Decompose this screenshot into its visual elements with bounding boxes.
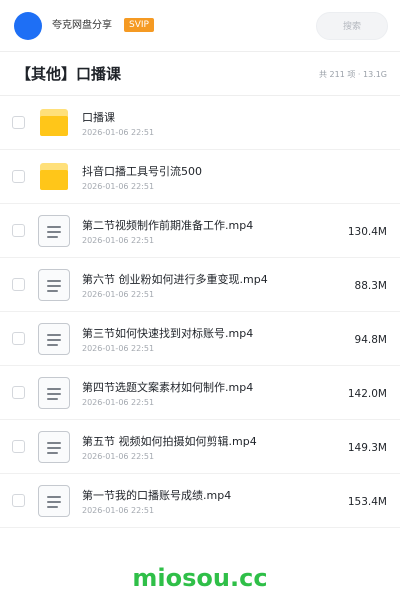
item-size: 94.8M [354,334,387,346]
select-checkbox[interactable] [12,332,25,345]
item-date: 2026-01-06 22:51 [82,452,155,461]
folder-title-bar: 【其他】口播课 共 211 项 · 13.1G [0,52,400,96]
select-checkbox[interactable] [12,224,25,237]
list-item[interactable]: 第五节 视频如何拍摄如何剪辑.mp4 2026-01-06 22:51 149.3M [0,420,400,474]
item-name: 口播课 [82,111,115,124]
list-item[interactable]: 口播课 2026-01-06 22:51 [0,96,400,150]
page-title: 【其他】口播课 [16,65,122,83]
file-icon [38,485,70,517]
item-date: 2026-01-06 22:51 [82,236,155,245]
list-item[interactable]: 第六节 创业粉如何进行多重变现.mp4 2026-01-06 22:51 88.3M [0,258,400,312]
item-name: 第二节视频制作前期准备工作.mp4 [82,219,254,232]
file-icon [38,269,70,301]
site-watermark: miosou.cc [132,564,268,592]
select-checkbox[interactable] [12,440,25,453]
item-size: 149.3M [347,442,387,454]
item-size: 153.4M [347,496,387,508]
item-name: 第一节我的口播账号成绩.mp4 [82,489,232,502]
list-item[interactable]: 第一节我的口播账号成绩.mp4 2026-01-06 22:51 153.4M [0,474,400,528]
avatar[interactable] [14,12,42,40]
item-date: 2026-01-06 22:51 [82,398,155,407]
file-list: 口播课 2026-01-06 22:51 抖音口播工具号引流500 2026-01-0… [0,96,400,528]
item-date: 2026-01-06 22:51 [82,290,155,299]
item-date: 2026-01-06 22:51 [82,506,155,515]
file-icon [38,215,70,247]
item-date: 2026-01-06 22:51 [82,128,155,137]
folder-icon [38,107,70,139]
file-icon [38,377,70,409]
item-name: 第五节 视频如何拍摄如何剪辑.mp4 [82,435,257,448]
select-checkbox[interactable] [12,278,25,291]
search-input[interactable]: 搜索 [316,12,388,40]
item-name: 第六节 创业粉如何进行多重变现.mp4 [82,273,268,286]
select-checkbox[interactable] [12,170,25,183]
item-name: 第三节如何快速找到对标账号.mp4 [82,327,254,340]
item-name: 第四节选题文案素材如何制作.mp4 [82,381,254,394]
list-item[interactable]: 第二节视频制作前期准备工作.mp4 2026-01-06 22:51 130.4M [0,204,400,258]
item-date: 2026-01-06 22:51 [82,344,155,353]
item-name: 抖音口播工具号引流500 [82,165,202,178]
folder-icon [38,161,70,193]
share-header: 夸克网盘分享 SVIP 搜索 [0,0,400,52]
select-checkbox[interactable] [12,494,25,507]
list-item[interactable]: 抖音口播工具号引流500 2026-01-06 22:51 [0,150,400,204]
share-owner-name: 夸克网盘分享 [52,20,112,31]
list-item[interactable]: 第四节选题文案素材如何制作.mp4 2026-01-06 22:51 142.0M [0,366,400,420]
list-item[interactable]: 第三节如何快速找到对标账号.mp4 2026-01-06 22:51 94.8M [0,312,400,366]
select-checkbox[interactable] [12,386,25,399]
svip-badge: SVIP [124,18,154,32]
file-icon [38,323,70,355]
item-date: 2026-01-06 22:51 [82,182,155,191]
folder-summary: 共 211 项 · 13.1G [319,70,387,79]
file-icon [38,431,70,463]
select-checkbox[interactable] [12,116,25,129]
item-size: 142.0M [347,388,387,400]
item-size: 88.3M [354,280,387,292]
item-size: 130.4M [347,226,387,238]
